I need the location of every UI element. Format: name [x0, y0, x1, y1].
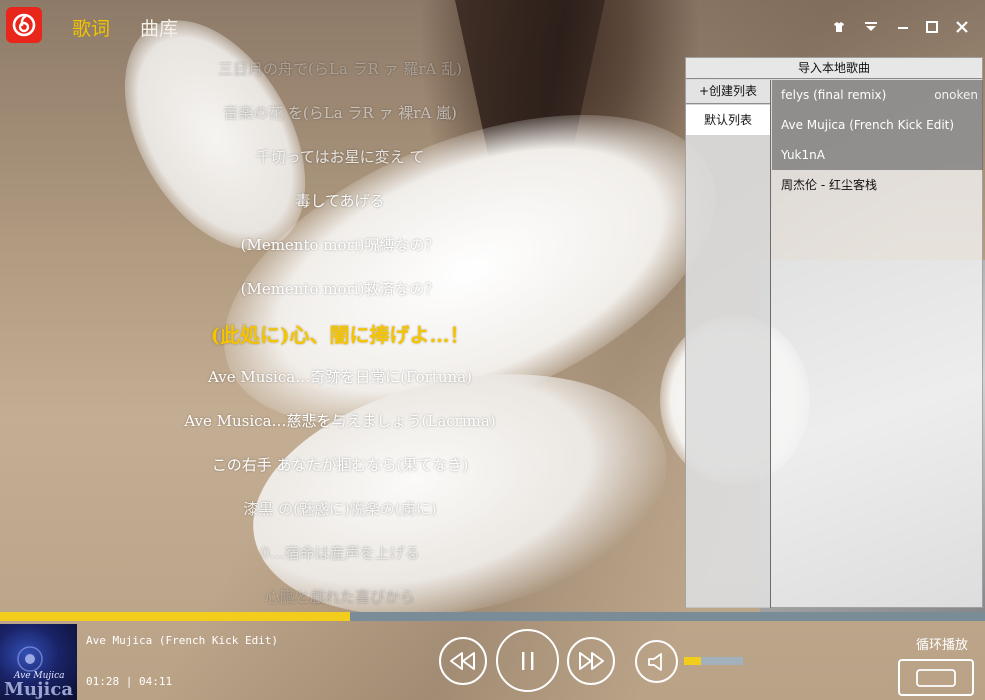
app-logo[interactable] — [6, 7, 42, 43]
tab-library[interactable]: 曲库 — [140, 14, 178, 41]
pause-button[interactable] — [496, 629, 559, 692]
volume-fill — [684, 657, 701, 665]
lyric-line: この右手 あなたが掴むなら(果てなき) — [211, 456, 469, 474]
loop-mode-button[interactable]: 循环播放 — [916, 634, 968, 653]
song-title: 周杰伦 - 红尘客栈 — [781, 178, 877, 192]
elapsed-time: 01:28 — [86, 675, 120, 688]
speaker-icon — [647, 652, 662, 671]
pause-icon — [521, 651, 533, 670]
lyric-line: Ave Musica…慈悲を与えましょう(Lacrima) — [184, 412, 496, 430]
volume-button[interactable] — [635, 640, 678, 683]
fast-forward-icon — [579, 652, 604, 670]
lyric-line: 心臓と戯れた喜びから — [264, 588, 415, 606]
import-local-songs-button[interactable]: 导入本地歌曲 — [686, 58, 982, 79]
lyric-line: Ave Musica…奇跡を日常に(Fortuna) — [208, 368, 472, 386]
song-title: Yuk1nA — [781, 148, 825, 162]
now-playing-title: Ave Mujica (French Kick Edit) — [86, 634, 279, 647]
album-art-text: Mujica — [4, 679, 73, 700]
progress-fill — [0, 612, 350, 621]
window-mode-icon — [916, 668, 956, 687]
lyric-line-current: (此処に)心、闇に捧げよ…！ — [210, 323, 470, 347]
song-row[interactable]: 周杰伦 - 红尘客栈 — [772, 170, 983, 200]
create-list-button[interactable]: +创建列表 — [686, 80, 770, 104]
playlist-panel: 导入本地歌曲 +创建列表 默认列表 felys (final remix) on… — [685, 57, 983, 608]
song-row[interactable]: Ave Mujica (French Kick Edit) — [772, 110, 983, 140]
progress-bar[interactable] — [0, 612, 985, 621]
volume-slider[interactable] — [684, 657, 743, 665]
lyric-line: 漆黒 の(魅惑に)悦楽の(虜に) — [243, 500, 437, 518]
lyric-line: 千切ってはお星に変え て — [255, 148, 425, 166]
list-item-default[interactable]: 默认列表 — [686, 105, 770, 135]
album-art: Ave Mujica Mujica — [0, 624, 77, 700]
close-icon[interactable] — [952, 17, 972, 37]
song-row[interactable]: felys (final remix) onoken — [772, 80, 983, 110]
tab-lyrics[interactable]: 歌词 — [72, 14, 110, 41]
song-artist: onoken — [934, 88, 978, 102]
song-list: felys (final remix) onoken Ave Mujica (F… — [772, 80, 983, 200]
skin-icon[interactable] — [829, 17, 849, 37]
maximize-icon[interactable] — [922, 17, 942, 37]
playlist-list-column: +创建列表 默认列表 — [686, 80, 771, 608]
song-title: felys (final remix) — [781, 88, 887, 102]
lyric-line: (Memento mori)呪縛なの？ — [240, 236, 440, 254]
next-button[interactable] — [567, 637, 615, 685]
lyric-line: 0…宿命は産声を上げる — [260, 544, 420, 562]
mini-mode-button[interactable] — [898, 659, 974, 696]
song-row[interactable]: Yuk1nA — [772, 140, 983, 170]
lyric-line: 三日月の舟で(らLa ラR ァ 羅rA 乱) — [218, 60, 462, 78]
lyric-line: 音楽の花 を(らLa ラR ァ 裸rA 嵐) — [223, 104, 457, 122]
time-display: 01:28 | 04:11 — [86, 675, 172, 688]
minimize-icon[interactable] — [893, 17, 913, 37]
rewind-icon — [450, 652, 475, 670]
lyric-line: (Memento mori)救済なの？ — [240, 280, 440, 298]
duration-time: 04:11 — [139, 675, 173, 688]
song-title: Ave Mujica (French Kick Edit) — [781, 118, 955, 132]
previous-button[interactable] — [439, 637, 487, 685]
time-separator: | — [125, 675, 133, 688]
netease-music-icon — [12, 13, 36, 37]
lyric-line: 毒してあげる — [295, 192, 385, 210]
menu-icon[interactable] — [861, 17, 881, 37]
